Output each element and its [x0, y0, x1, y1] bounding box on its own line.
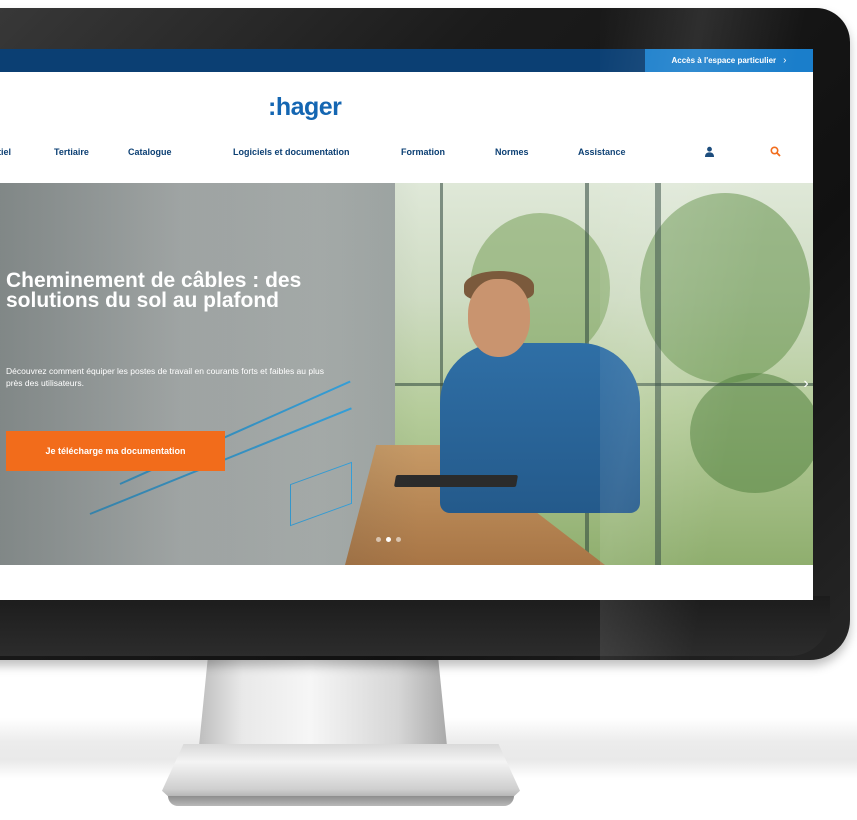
carousel-dots — [376, 537, 401, 542]
carousel-dot[interactable] — [396, 537, 401, 542]
hager-logo[interactable]: :hager — [268, 93, 342, 123]
monitor-chin — [0, 596, 830, 656]
hero-banner: Cheminement de câbles : des solutions du… — [0, 183, 813, 565]
monitor-stand-base — [162, 744, 520, 804]
top-utility-bar: Accès à l'espace particulier › — [0, 49, 813, 72]
nav-item-tertiaire[interactable]: Tertiaire — [54, 147, 89, 157]
nav-item-assistance[interactable]: Assistance — [578, 147, 626, 157]
carousel-dot-active[interactable] — [386, 537, 391, 542]
nav-item-normes[interactable]: Normes — [495, 147, 529, 157]
monitor-screen: Accès à l'espace particulier › :hager ti… — [0, 49, 813, 600]
hero-subtitle: Découvrez comment équiper les postes de … — [6, 366, 324, 388]
tree-foliage — [640, 193, 810, 383]
nav-item-residential[interactable]: tiel — [0, 147, 11, 157]
nav-item-formation[interactable]: Formation — [401, 147, 445, 157]
hero-title: Cheminement de câbles : des solutions du… — [6, 269, 302, 312]
download-documentation-button[interactable]: Je télécharge ma documentation — [6, 431, 225, 471]
carousel-dot[interactable] — [376, 537, 381, 542]
person-head — [468, 279, 530, 357]
private-space-link[interactable]: Accès à l'espace particulier › — [645, 49, 813, 72]
search-icon[interactable] — [770, 146, 781, 159]
main-navigation: tiel Tertiaire Catalogue Logiciels et do… — [0, 146, 813, 163]
private-space-label: Accès à l'espace particulier — [671, 56, 777, 65]
chevron-right-icon: › — [783, 55, 787, 66]
window-frame — [655, 183, 661, 565]
person-figure — [440, 343, 640, 513]
monitor-stand-neck — [198, 656, 448, 756]
user-icon[interactable] — [704, 146, 715, 159]
nav-item-software-docs[interactable]: Logiciels et documentation — [233, 147, 350, 157]
tree-foliage — [690, 373, 813, 493]
carousel-next-arrow-icon[interactable]: › — [799, 371, 813, 397]
monitor-stand-rim — [168, 796, 514, 806]
nav-item-catalogue[interactable]: Catalogue — [128, 147, 172, 157]
